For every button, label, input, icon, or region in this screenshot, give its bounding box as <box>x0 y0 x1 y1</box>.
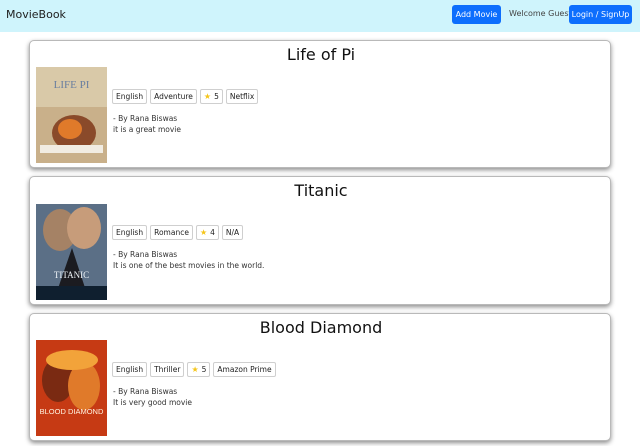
movie-title: Titanic <box>294 181 348 200</box>
review-text: It is very good movie <box>113 398 192 407</box>
language-tag: English <box>112 89 148 104</box>
platform-tag: Netflix <box>225 89 259 104</box>
rating-tag: ★ 4 <box>195 225 219 240</box>
platform-label: N/A <box>225 228 240 237</box>
genre-label: Adventure <box>154 92 193 101</box>
movie-title: Life of Pi <box>286 45 356 64</box>
language-tag: English <box>112 362 148 377</box>
login-signup-button[interactable]: Login / SignUp <box>569 5 632 24</box>
review-author: - By Rana Biswas <box>113 387 178 396</box>
movie-poster: LIFE PI <box>36 67 107 163</box>
rating-value: 4 <box>210 228 215 237</box>
movie-poster: BLOOD DIAMOND <box>36 340 107 436</box>
movie-card: Titanic TITANIC English Romance ★ 4 N/A -… <box>29 176 611 305</box>
movie-tags: English Adventure ★ 5 Netflix <box>112 89 259 104</box>
genre-label: Romance <box>154 228 189 237</box>
platform-tag: N/A <box>221 225 244 240</box>
movie-title: Blood Diamond <box>259 318 383 337</box>
rating-value: 5 <box>214 92 219 101</box>
rating-value: 5 <box>201 365 207 374</box>
platform-label: Amazon Prime <box>217 365 272 374</box>
genre-tag: Romance <box>150 225 193 240</box>
language-label: English <box>116 365 144 374</box>
poster-title: LIFE PI <box>54 79 90 91</box>
language-tag: English <box>112 225 148 240</box>
movie-tags: English Romance ★ 4 N/A <box>112 225 244 240</box>
star-icon: ★ <box>191 365 199 374</box>
platform-tag: Amazon Prime <box>213 362 276 377</box>
review-author: - By Rana Biswas <box>113 114 178 123</box>
rating-tag: ★ 5 <box>187 362 211 377</box>
movie-card: Life of Pi LIFE PI English Adventure ★ 5 … <box>29 40 611 168</box>
rating-tag: ★ 5 <box>199 89 223 104</box>
star-icon: ★ <box>199 228 208 237</box>
platform-label: Netflix <box>229 92 255 101</box>
movie-poster: TITANIC <box>36 204 107 300</box>
review-text: It is one of the best movies in the worl… <box>113 261 265 270</box>
movie-tags: English Thriller ★ 5 Amazon Prime <box>112 362 276 377</box>
genre-label: Thriller <box>154 365 181 374</box>
genre-tag: Thriller <box>150 362 185 377</box>
review-text: it is a great movie <box>113 125 182 134</box>
language-label: English <box>116 92 144 101</box>
navbar: MovieBook Add Movie Welcome Guest Login … <box>0 0 640 32</box>
star-icon: ★ <box>203 92 212 101</box>
poster-title: TITANIC <box>54 270 89 280</box>
add-movie-button[interactable]: Add Movie <box>452 5 501 24</box>
welcome-text: Welcome Guest <box>509 9 572 18</box>
review-author: - By Rana Biswas <box>113 250 178 259</box>
poster-title: BLOOD DIAMOND <box>40 407 104 416</box>
language-label: English <box>116 228 144 237</box>
movie-card: Blood Diamond BLOOD DIAMOND English Thri… <box>29 313 611 441</box>
brand-logo[interactable]: MovieBook <box>6 8 66 21</box>
genre-tag: Adventure <box>150 89 197 104</box>
